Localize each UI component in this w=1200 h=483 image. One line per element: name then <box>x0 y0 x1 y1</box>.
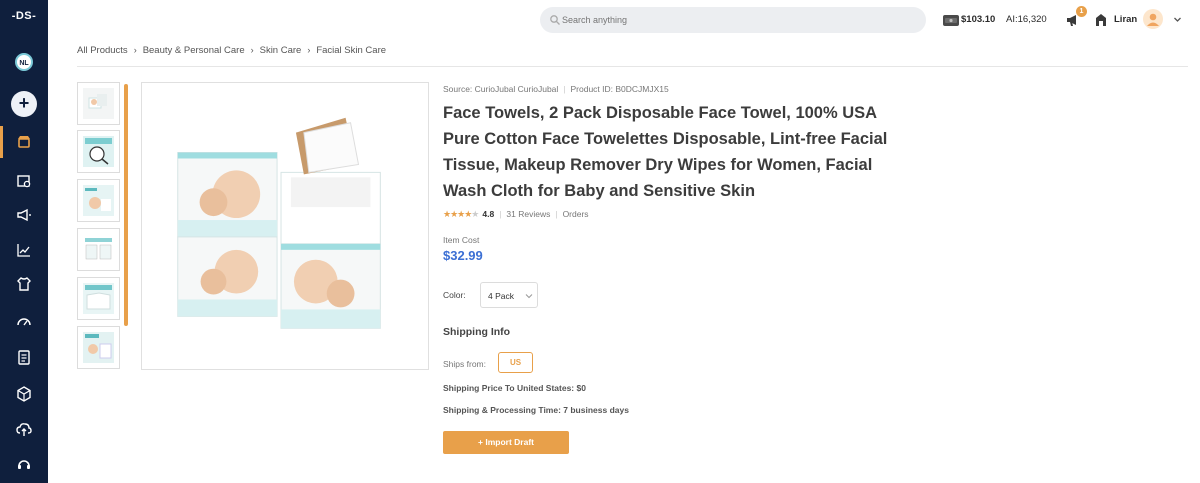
divider <box>77 66 1188 67</box>
store-icon[interactable] <box>1094 12 1108 28</box>
catalog-icon[interactable] <box>14 171 34 191</box>
sidebar: -DS- NL + <box>0 0 48 483</box>
separator: | <box>499 209 502 219</box>
chevron-down-icon[interactable] <box>1173 15 1182 24</box>
orders-link[interactable]: Orders <box>563 209 589 219</box>
active-indicator <box>0 126 3 158</box>
product-id: Product ID: B0DCJMJX15 <box>570 84 669 94</box>
app-logo[interactable]: -DS- <box>0 10 48 22</box>
chevron-down-icon <box>525 294 533 299</box>
chevron-right-icon: › <box>133 45 137 55</box>
user-avatar[interactable] <box>1143 9 1163 29</box>
box-icon[interactable] <box>14 384 34 404</box>
ships-from-option[interactable]: US <box>498 352 533 373</box>
product-title: Face Towels, 2 Pack Disposable Face Towe… <box>443 104 888 200</box>
ai-credits: AI:16,320 <box>1006 14 1047 25</box>
clipboard-icon[interactable] <box>14 347 34 367</box>
cloud-upload-icon[interactable] <box>14 419 34 439</box>
breadcrumb-item[interactable]: Skin Care <box>260 45 302 56</box>
search-bar[interactable] <box>540 7 926 33</box>
breadcrumb: All Products › Beauty & Personal Care › Skin… <box>77 45 386 56</box>
top-bar: $103.10 AI:16,320 1 Liran <box>48 0 1200 40</box>
color-label: Color: <box>443 290 466 300</box>
ships-from-label: Ships from: <box>443 359 486 369</box>
thumbnail[interactable] <box>77 82 120 125</box>
separator: | <box>563 84 566 94</box>
item-cost-label: Item Cost <box>443 235 480 245</box>
store-icon[interactable] <box>14 132 34 152</box>
gauge-icon[interactable] <box>14 311 34 331</box>
breadcrumb-item[interactable]: Beauty & Personal Care <box>143 45 245 56</box>
thumbnail-scrollbar[interactable] <box>124 84 128 326</box>
search-input[interactable] <box>562 12 912 28</box>
wallet-icon[interactable] <box>942 13 960 27</box>
star-rating-icon: ★★★★★ <box>443 209 479 219</box>
username[interactable]: Liran <box>1114 14 1137 25</box>
thumbnail[interactable] <box>77 130 120 173</box>
item-cost: $32.99 <box>443 248 483 263</box>
shipping-price: Shipping Price To United States: $0 <box>443 383 586 393</box>
thumbnail[interactable] <box>77 277 120 320</box>
thumbnail[interactable] <box>77 228 120 271</box>
reviews-link[interactable]: 31 Reviews <box>506 209 550 219</box>
chart-icon[interactable] <box>14 240 34 260</box>
thumbnail[interactable] <box>77 326 120 369</box>
workspace-avatar[interactable]: NL <box>15 53 33 71</box>
color-select-value: 4 Pack <box>488 291 514 301</box>
breadcrumb-item[interactable]: All Products <box>77 45 128 56</box>
breadcrumb-item[interactable]: Facial Skin Care <box>316 45 386 56</box>
rating-score: 4.8 <box>482 209 495 219</box>
search-icon <box>550 15 560 25</box>
shipping-info-title: Shipping Info <box>443 326 511 338</box>
chevron-right-icon: › <box>307 45 311 55</box>
import-draft-button[interactable]: + Import Draft <box>443 431 569 454</box>
product-meta: Source: CurioJubal CurioJubal | Product ID… <box>443 84 669 94</box>
product-main-image[interactable] <box>141 82 429 370</box>
add-button[interactable]: + <box>11 91 37 117</box>
balance-amount: $103.10 <box>961 14 996 25</box>
separator: | <box>555 209 558 219</box>
notification-badge: 1 <box>1076 6 1087 17</box>
rating-row: ★★★★★ 4.8 | 31 Reviews | Orders <box>443 209 589 220</box>
shipping-time: Shipping & Processing Time: 7 business d… <box>443 405 629 415</box>
color-select[interactable]: 4 Pack <box>480 282 538 308</box>
shirt-icon[interactable] <box>14 274 34 294</box>
megaphone-icon[interactable] <box>14 205 34 225</box>
chevron-right-icon: › <box>250 45 254 55</box>
product-source: Source: CurioJubal CurioJubal <box>443 84 559 94</box>
support-icon[interactable] <box>14 455 34 475</box>
thumbnail[interactable] <box>77 179 120 222</box>
